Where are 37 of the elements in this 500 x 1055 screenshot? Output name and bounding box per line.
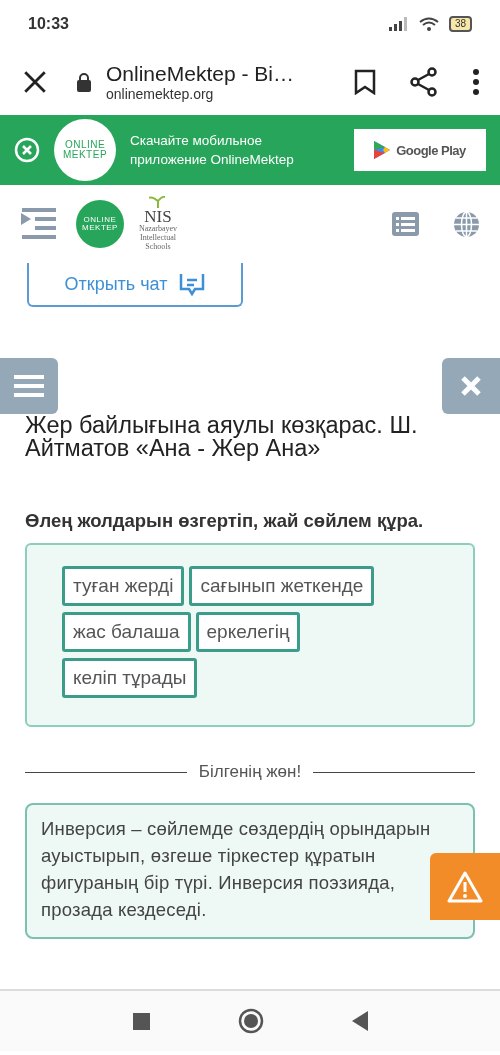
lock-icon	[76, 71, 92, 92]
play-icon	[374, 141, 391, 159]
wifi-icon	[418, 17, 439, 31]
chat-icon	[179, 272, 206, 296]
menu-icon	[14, 375, 44, 397]
nis-logo: NIS	[144, 208, 172, 226]
back-icon[interactable]	[351, 1011, 368, 1031]
list-icon[interactable]	[392, 212, 419, 236]
page-url[interactable]: onlinemektep.org	[106, 85, 294, 102]
home-icon[interactable]	[237, 1008, 264, 1034]
word-chip[interactable]: келіп тұрады	[62, 658, 198, 698]
more-icon[interactable]	[472, 68, 480, 95]
globe-icon[interactable]	[453, 210, 480, 238]
banner-text: Скачайте мобильное приложение OnlineMektep	[130, 132, 295, 169]
bookmark-icon[interactable]	[354, 68, 376, 95]
warning-icon	[447, 870, 483, 903]
google-play-button[interactable]: Google Play	[354, 129, 486, 171]
word-chip[interactable]: сағынып жеткенде	[189, 566, 375, 606]
section-heading: Білгенің жөн!	[198, 762, 302, 782]
nis-caption: Nazarbayev Intellectual Schools	[137, 225, 179, 252]
info-text: Инверсия – сөйлемде сөздердің орындарын ауыстырып, өзгеше тіркестер құратын фигураның бір түрі. Инверсия поэзияда, прозада кездеседі.	[25, 803, 475, 939]
menu-icon[interactable]	[21, 208, 56, 240]
close-icon	[461, 376, 481, 396]
task-text: Өлең жолдарын өзгертіп, жай сөйлем құра.	[25, 509, 425, 533]
signal-icon	[388, 17, 409, 31]
sprout-icon	[149, 196, 167, 209]
lesson-title: Жер байлығына аяулы көзқарас. Ш. Айтматов «Ана - Жер Ана»	[25, 414, 419, 460]
logo: ONLINE MEKTEP	[76, 200, 124, 248]
page-title: OnlineMektep - Bi…	[106, 61, 294, 86]
recents-icon[interactable]	[132, 1012, 150, 1030]
word-chip[interactable]: еркелегің	[195, 612, 301, 652]
status-time: 10:33	[28, 15, 69, 33]
share-icon[interactable]	[410, 66, 438, 97]
battery-level: 38	[448, 16, 472, 32]
logo: ONLINE MEKTEP	[54, 119, 116, 181]
word-chip[interactable]: жас балаша	[62, 612, 191, 652]
word-chip[interactable]: туған жерді	[62, 566, 185, 606]
